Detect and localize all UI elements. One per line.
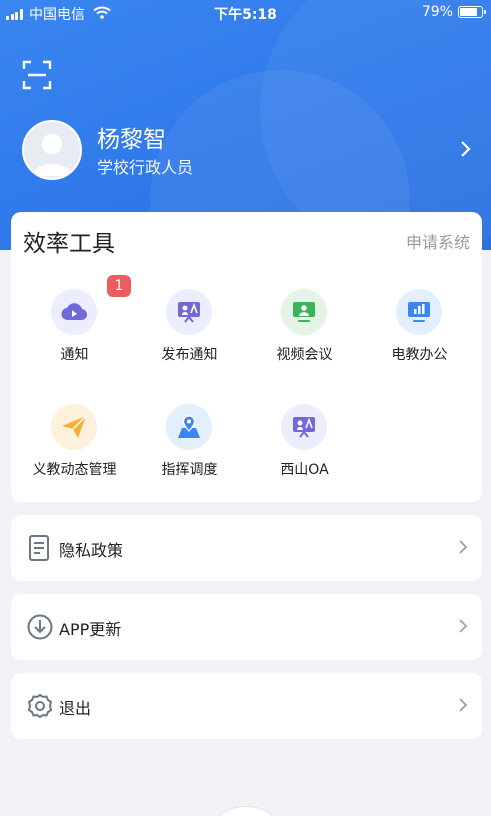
tool-publish-notice[interactable]: 发布通知 (132, 289, 247, 379)
menu-label: 隐私政策 (59, 541, 124, 560)
menu-label: APP更新 (59, 620, 122, 639)
notification-badge: 1 (107, 275, 131, 297)
profile-section[interactable]: 杨黎智 学校行政人员 (22, 120, 472, 182)
presentation-icon (281, 404, 327, 450)
gear-icon (27, 693, 53, 719)
tool-notice[interactable]: 1 通知 (17, 275, 132, 379)
tool-label: 视频会议 (276, 347, 333, 363)
user-role: 学校行政人员 (97, 158, 194, 177)
video-meeting-icon (281, 289, 327, 335)
avatar (22, 120, 82, 180)
tool-xishan-oa[interactable]: 西山OA (247, 404, 362, 494)
tool-label: 指挥调度 (161, 462, 218, 478)
menu-item-privacy[interactable]: 隐私政策 (11, 515, 482, 581)
map-pin-icon (166, 404, 212, 450)
tool-label: 电教办公 (391, 347, 448, 363)
tool-dispatch[interactable]: 指挥调度 (132, 404, 247, 494)
tool-label: 发布通知 (161, 347, 218, 363)
chevron-right-icon (460, 140, 472, 162)
cloud-play-icon (51, 289, 97, 335)
tool-label: 通知 (60, 347, 89, 363)
paper-plane-icon (51, 404, 97, 450)
tool-e-office[interactable]: 电教办公 (362, 289, 477, 379)
tool-label: 义教动态管理 (32, 462, 117, 478)
download-circle-icon (27, 614, 53, 640)
clock: 下午5:18 (214, 7, 277, 23)
tab-bar-center-button[interactable] (218, 806, 274, 816)
chevron-right-icon (458, 697, 468, 717)
presentation-icon (166, 289, 212, 335)
chevron-right-icon (458, 539, 468, 559)
menu-item-app-update[interactable]: APP更新 (11, 594, 482, 660)
status-right: 79% (421, 4, 486, 20)
tool-video-meeting[interactable]: 视频会议 (247, 289, 362, 379)
tools-card: 效率工具 申请系统 1 通知 发布通知 视频会议 电教办公 义教动态管理 指挥调… (11, 212, 482, 502)
tools-title: 效率工具 (23, 231, 115, 257)
status-bar: 中国电信 下午5:18 79% (0, 0, 491, 26)
tool-edu-dynamics[interactable]: 义教动态管理 (17, 404, 132, 494)
battery-icon (458, 6, 486, 18)
apply-system-link[interactable]: 申请系统 (406, 229, 470, 253)
scan-icon[interactable] (22, 60, 52, 90)
bar-chart-screen-icon (396, 289, 442, 335)
user-name: 杨黎智 (97, 127, 166, 153)
battery-percent: 79% (421, 4, 453, 20)
chevron-right-icon (458, 618, 468, 638)
tool-label: 西山OA (280, 462, 329, 478)
menu-item-logout[interactable]: 退出 (11, 673, 482, 739)
menu-label: 退出 (59, 699, 92, 718)
document-icon (27, 535, 53, 561)
